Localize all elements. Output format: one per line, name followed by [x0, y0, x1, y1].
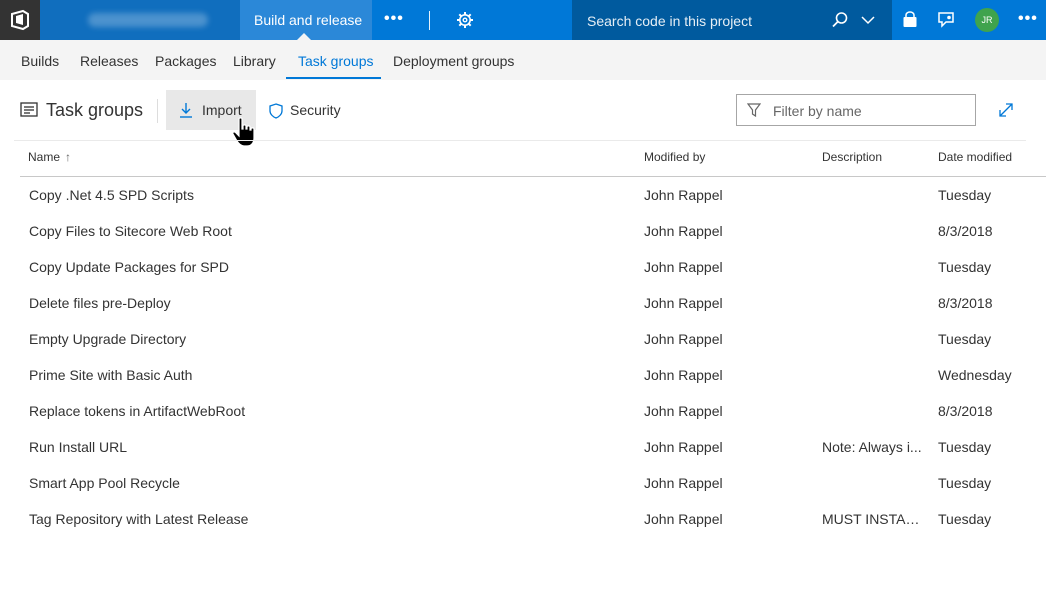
- modified-by: John Rappel: [644, 475, 723, 491]
- gear-icon[interactable]: [455, 10, 475, 30]
- modified-by: John Rappel: [644, 439, 723, 455]
- table-row[interactable]: Prime Site with Basic Auth John Rappel W…: [20, 357, 1046, 393]
- project-name: [88, 13, 208, 27]
- top-bar: Build and release ••• Search code in thi…: [0, 0, 1046, 40]
- feedback-icon[interactable]: [937, 11, 957, 29]
- modified-by: John Rappel: [644, 511, 723, 527]
- toolbar-divider: [157, 99, 158, 123]
- table-row[interactable]: Replace tokens in ArtifactWebRoot John R…: [20, 393, 1046, 429]
- filter-input[interactable]: [773, 101, 968, 121]
- task-group-icon: [20, 102, 38, 117]
- modified-by: John Rappel: [644, 259, 723, 275]
- table-header: Name ↑ Modified by Description Date modif…: [20, 140, 1046, 177]
- divider: [429, 11, 430, 30]
- date-modified: Tuesday: [938, 439, 992, 455]
- expand-icon[interactable]: [998, 102, 1014, 118]
- active-tab-indicator: [286, 77, 381, 79]
- table-row[interactable]: Empty Upgrade Directory John Rappel Tues…: [20, 321, 1046, 357]
- date-modified: 8/3/2018: [938, 403, 993, 419]
- tab-releases[interactable]: Releases: [80, 40, 138, 80]
- azure-devops-logo-icon[interactable]: [0, 0, 40, 40]
- table-row[interactable]: Copy Files to Sitecore Web Root John Rap…: [20, 213, 1046, 249]
- column-label-name: Name: [28, 150, 61, 164]
- marketplace-bag-icon[interactable]: [901, 11, 919, 29]
- task-group-name[interactable]: Delete files pre-Deploy: [29, 295, 171, 311]
- column-header-date-modified[interactable]: Date modified: [938, 150, 1012, 164]
- tab-deployment-groups[interactable]: Deployment groups: [393, 40, 514, 80]
- task-group-name[interactable]: Copy .Net 4.5 SPD Scripts: [29, 187, 194, 203]
- filter-icon: [747, 103, 761, 117]
- task-group-name[interactable]: Empty Upgrade Directory: [29, 331, 186, 347]
- column-header-description[interactable]: Description: [822, 150, 882, 164]
- shield-icon: [269, 103, 283, 119]
- page-title: Task groups: [46, 100, 144, 120]
- modified-by: John Rappel: [644, 367, 723, 383]
- description: MUST INSTAL...: [822, 511, 922, 527]
- date-modified: Tuesday: [938, 259, 992, 275]
- task-group-name[interactable]: Prime Site with Basic Auth: [29, 367, 192, 383]
- column-header-name[interactable]: Name ↑: [28, 150, 71, 164]
- date-modified: Tuesday: [938, 475, 992, 491]
- modified-by: John Rappel: [644, 403, 723, 419]
- project-selector[interactable]: [40, 0, 269, 40]
- filter-box[interactable]: [736, 94, 976, 126]
- task-groups-table: Name ↑ Modified by Description Date modif…: [20, 140, 1046, 537]
- column-header-modified-by[interactable]: Modified by: [644, 150, 705, 164]
- date-modified: 8/3/2018: [938, 223, 993, 239]
- security-label: Security: [290, 102, 341, 118]
- sub-navigation: Builds Releases Packages Library Task gr…: [0, 40, 1046, 80]
- modified-by: John Rappel: [644, 331, 723, 347]
- table-row[interactable]: Copy .Net 4.5 SPD Scripts John Rappel Tu…: [20, 177, 1046, 213]
- more-options-icon[interactable]: •••: [1018, 11, 1038, 27]
- tab-builds[interactable]: Builds: [21, 40, 59, 80]
- search-icon[interactable]: [831, 11, 849, 29]
- modified-by: John Rappel: [644, 295, 723, 311]
- task-group-name[interactable]: Tag Repository with Latest Release: [29, 511, 248, 527]
- hub-caret: [297, 33, 311, 40]
- task-group-name[interactable]: Copy Files to Sitecore Web Root: [29, 223, 232, 239]
- security-button[interactable]: Security: [262, 90, 350, 130]
- date-modified: Tuesday: [938, 331, 992, 347]
- date-modified: Tuesday: [938, 187, 992, 203]
- task-group-name[interactable]: Smart App Pool Recycle: [29, 475, 180, 491]
- table-row[interactable]: Copy Update Packages for SPD John Rappel…: [20, 249, 1046, 285]
- modified-by: John Rappel: [644, 187, 723, 203]
- code-search-box[interactable]: Search code in this project: [572, 0, 892, 40]
- import-label: Import: [202, 102, 242, 118]
- date-modified: Wednesday: [938, 367, 1012, 383]
- tab-library[interactable]: Library: [233, 40, 276, 80]
- table-row[interactable]: Run Install URL John Rappel Note: Always…: [20, 429, 1046, 465]
- task-group-name[interactable]: Run Install URL: [29, 439, 127, 455]
- table-row[interactable]: Smart App Pool Recycle John Rappel Tuesd…: [20, 465, 1046, 501]
- table-row[interactable]: Delete files pre-Deploy John Rappel 8/3/…: [20, 285, 1046, 321]
- sort-ascending-icon: ↑: [65, 150, 72, 164]
- more-hubs-icon[interactable]: •••: [384, 11, 404, 29]
- avatar[interactable]: JR: [975, 8, 999, 32]
- date-modified: Tuesday: [938, 511, 992, 527]
- chevron-down-icon[interactable]: [860, 13, 876, 27]
- task-group-name[interactable]: Copy Update Packages for SPD: [29, 259, 229, 275]
- modified-by: John Rappel: [644, 223, 723, 239]
- date-modified: 8/3/2018: [938, 295, 993, 311]
- tab-task-groups[interactable]: Task groups: [298, 40, 373, 80]
- tab-packages[interactable]: Packages: [155, 40, 216, 80]
- table-row[interactable]: Tag Repository with Latest Release John …: [20, 501, 1046, 537]
- download-icon: [180, 103, 192, 118]
- description: Note: Always i...: [822, 439, 922, 455]
- task-group-name[interactable]: Replace tokens in ArtifactWebRoot: [29, 403, 245, 419]
- search-input[interactable]: Search code in this project: [587, 13, 752, 29]
